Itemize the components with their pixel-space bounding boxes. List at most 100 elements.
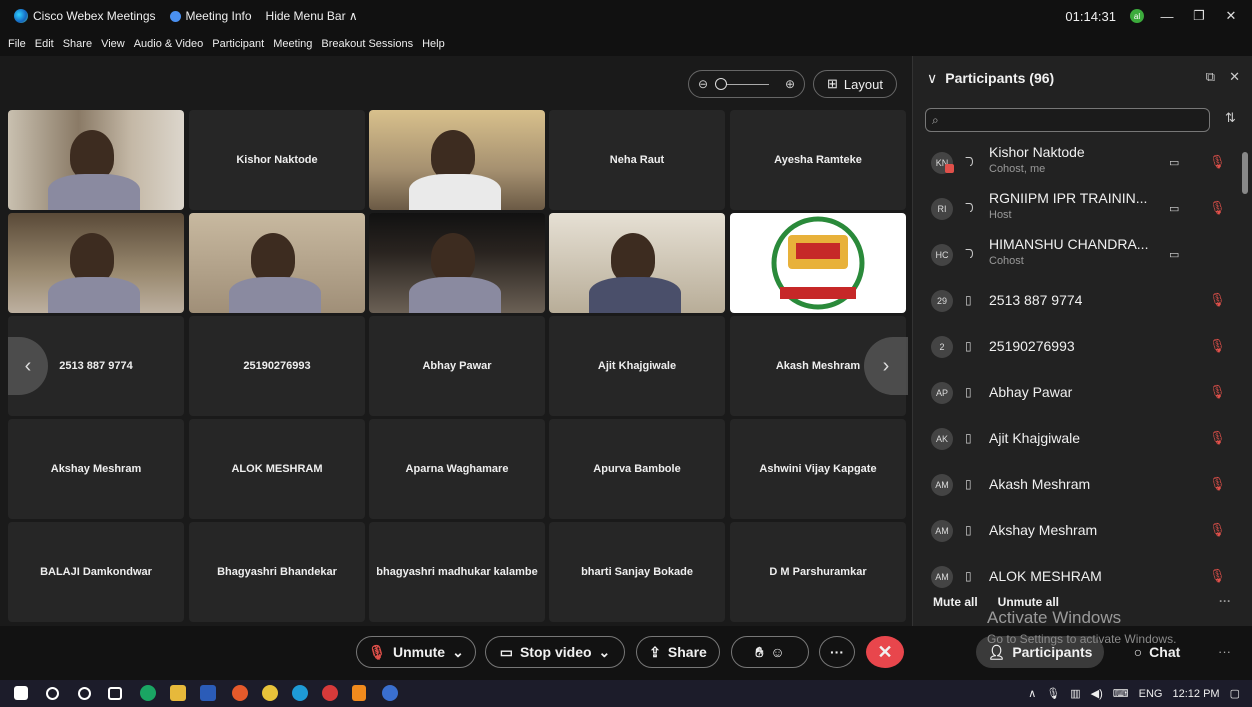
video-tile-camera[interactable] (8, 110, 184, 210)
network-icon[interactable]: ▥ (1070, 687, 1080, 700)
video-tile-camera[interactable] (549, 213, 725, 313)
menu-meeting[interactable]: Meeting (273, 38, 312, 50)
windows-start-icon[interactable] (14, 686, 28, 700)
reactions-button[interactable]: ✋︎ ☺ (731, 636, 809, 668)
video-tile-camera[interactable] (369, 213, 545, 313)
participant-row[interactable]: AM ▯ Akash Meshram 🎙︎ (913, 462, 1238, 508)
stop-video-button[interactable]: ▭ Stop video ⌄ (485, 636, 625, 668)
menu-help[interactable]: Help (422, 38, 445, 50)
mic-muted-icon[interactable]: 🎙︎ (1209, 338, 1226, 354)
meeting-info-button[interactable]: Meeting Info (169, 9, 252, 23)
hide-menu-bar-button[interactable]: Hide Menu Bar ∧ (266, 9, 358, 23)
overflow-icon[interactable]: ··· (1218, 644, 1231, 659)
video-tile-camera[interactable] (189, 213, 365, 313)
participant-list-scrollbar[interactable] (1241, 140, 1249, 580)
firefox-icon[interactable] (232, 685, 248, 701)
layout-button[interactable]: ⊞ Layout (813, 70, 897, 98)
close-icon[interactable]: ✕ (1222, 8, 1240, 24)
video-tile-camera[interactable] (8, 213, 184, 313)
video-tile-name[interactable]: bharti Sanjay Bokade (549, 522, 725, 622)
menu-participant[interactable]: Participant (212, 38, 264, 50)
cortana-icon[interactable] (78, 687, 91, 700)
mic-muted-icon[interactable]: 🎙︎ (1209, 200, 1226, 216)
video-tile-name[interactable]: 25190276993 (189, 316, 365, 416)
participant-row[interactable]: AP ▯ Abhay Pawar 🎙︎ (913, 370, 1238, 416)
mic-muted-icon[interactable]: 🎙︎ (1209, 292, 1226, 308)
menu-share[interactable]: Share (63, 38, 92, 50)
user-avatar[interactable]: al (1130, 9, 1144, 23)
video-tile-camera[interactable] (369, 110, 545, 210)
video-tile-name[interactable]: Abhay Pawar (369, 316, 545, 416)
chrome-icon[interactable] (262, 685, 278, 701)
mic-muted-icon[interactable]: 🎙︎ (1209, 522, 1226, 538)
search-icon[interactable] (46, 687, 59, 700)
volume-icon[interactable]: ◀) (1091, 687, 1103, 700)
participant-row[interactable]: RI ᘄ RGNIIPM IPR TRAININ... Host ▭ 🎙︎ (913, 186, 1238, 232)
edge-icon[interactable] (292, 685, 308, 701)
zoom-in-icon[interactable]: ⊕ (785, 77, 795, 91)
menu-file[interactable]: File (8, 38, 26, 50)
chevron-up-icon[interactable]: ∧ (1028, 687, 1036, 700)
video-tile-name[interactable]: Ajit Khajgiwale (549, 316, 725, 416)
zoom-control[interactable]: ⊖ ⊕ (688, 70, 805, 98)
keyboard-icon[interactable]: ⌨ (1113, 687, 1129, 700)
app-title[interactable]: Cisco Webex Meetings (14, 9, 156, 23)
green-app-icon[interactable] (140, 685, 156, 701)
chevron-down-icon[interactable]: ⌄ (599, 644, 611, 661)
raise-hand-icon[interactable]: ✋︎ (755, 644, 763, 661)
mic-icon[interactable]: 🎙︎ (1046, 687, 1060, 700)
video-tile-logo[interactable] (730, 213, 906, 313)
video-tile-name[interactable]: Akshay Meshram (8, 419, 184, 519)
mic-muted-icon[interactable]: 🎙︎ (1209, 476, 1226, 492)
share-button[interactable]: ⇪ Share (636, 636, 720, 668)
word-icon[interactable] (200, 685, 216, 701)
video-tile-name[interactable]: Aparna Waghamare (369, 419, 545, 519)
close-panel-icon[interactable]: ✕ (1229, 69, 1240, 85)
participants-header[interactable]: ∨ Participants (96) (913, 56, 1252, 100)
more-options-button[interactable]: ··· (819, 636, 855, 668)
mic-muted-icon[interactable]: 🎙︎ (1209, 384, 1226, 400)
video-tile-name[interactable]: Ashwini Vijay Kapgate (730, 419, 906, 519)
participant-row[interactable]: HC ᘄ HIMANSHU CHANDRA... Cohost ▭ (913, 232, 1238, 278)
scrollbar-thumb[interactable] (1242, 152, 1248, 194)
video-tile-name[interactable]: Bhagyashri Bhandekar (189, 522, 365, 622)
sort-icon[interactable]: ⇅ (1225, 110, 1236, 126)
video-tile-name[interactable]: Ayesha Ramteke (730, 110, 906, 210)
participant-row[interactable]: 29 ▯ 2513 887 9774 🎙︎ (913, 278, 1238, 324)
zoom-out-icon[interactable]: ⊖ (698, 77, 708, 91)
unmute-all-button[interactable]: Unmute all (998, 595, 1059, 609)
participant-search-input[interactable]: ⌕ (925, 108, 1210, 132)
menu-breakout-sessions[interactable]: Breakout Sessions (321, 38, 413, 50)
file-explorer-icon[interactable] (170, 685, 186, 701)
participant-row[interactable]: KN ᘄ Kishor Naktode Cohost, me ▭ 🎙︎ (913, 140, 1238, 186)
mic-muted-icon[interactable]: 🎙︎ (1209, 430, 1226, 446)
video-tile-name[interactable]: BALAJI Damkondwar (8, 522, 184, 622)
task-view-icon[interactable] (108, 687, 122, 700)
notification-icon[interactable]: ▢ (1230, 687, 1240, 700)
video-tile-name[interactable]: D M Parshuramkar (730, 522, 906, 622)
mic-muted-icon[interactable]: 🎙︎ (1209, 154, 1226, 170)
unmute-button[interactable]: 🎙︎ Unmute ⌄ (356, 636, 476, 668)
video-tile-name[interactable]: bhagyashri madhukar kalambe (369, 522, 545, 622)
participant-row[interactable]: 2 ▯ 25190276993 🎙︎ (913, 324, 1238, 370)
mute-all-button[interactable]: Mute all (933, 595, 978, 609)
record-app-icon[interactable] (322, 685, 338, 701)
taskbar-clock[interactable]: 12:12 PM (1173, 688, 1220, 700)
chevron-down-icon[interactable]: ⌄ (452, 644, 464, 661)
mic-muted-icon[interactable]: 🎙︎ (1209, 568, 1226, 584)
video-tile-name[interactable]: Neha Raut (549, 110, 725, 210)
restore-icon[interactable]: ❐ (1190, 8, 1208, 24)
video-tile-name[interactable]: ALOK MESHRAM (189, 419, 365, 519)
menu-view[interactable]: View (101, 38, 125, 50)
end-meeting-button[interactable]: ✕ (866, 636, 904, 668)
emoji-icon[interactable]: ☺ (770, 644, 784, 660)
menu-edit[interactable]: Edit (35, 38, 54, 50)
participant-row[interactable]: AM ▯ Akshay Meshram 🎙︎ (913, 508, 1238, 554)
language-indicator[interactable]: ENG (1139, 688, 1163, 700)
minimize-icon[interactable]: — (1158, 9, 1176, 24)
vlc-icon[interactable] (352, 685, 366, 701)
more-options-icon[interactable]: ··· (1219, 594, 1231, 608)
menu-audio-video[interactable]: Audio & Video (134, 38, 204, 50)
participant-row[interactable]: AK ▯ Ajit Khajgiwale 🎙︎ (913, 416, 1238, 462)
zoom-slider-knob[interactable] (715, 78, 727, 90)
